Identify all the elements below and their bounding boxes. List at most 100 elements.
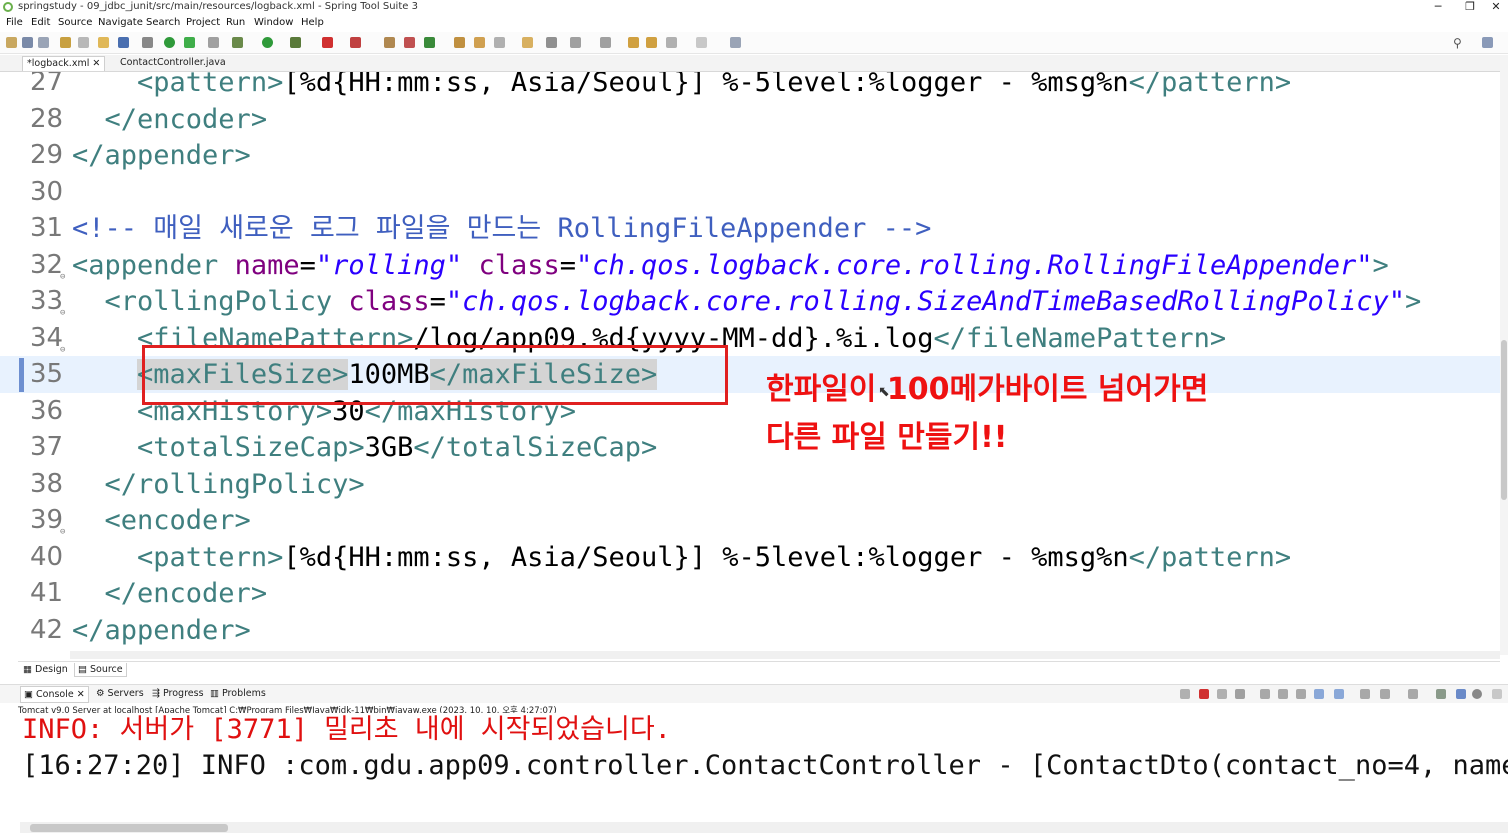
menu-run[interactable]: Run: [226, 17, 245, 28]
new-console-icon[interactable]: [1436, 689, 1446, 699]
open-resource-icon[interactable]: [98, 37, 109, 48]
code-line[interactable]: 30: [0, 174, 1500, 211]
code-line[interactable]: 40 <pattern>[%d{HH:mm:ss, Asia/Seoul}] %…: [0, 539, 1500, 576]
search-file-icon[interactable]: [522, 37, 533, 48]
coverage-icon[interactable]: [290, 37, 301, 48]
print-icon[interactable]: [78, 37, 89, 48]
link-icon[interactable]: [208, 37, 219, 48]
terminate-icon[interactable]: [322, 37, 333, 48]
menu-search[interactable]: Search: [146, 17, 180, 28]
settings-gear-icon[interactable]: [1472, 689, 1482, 699]
refresh-icon[interactable]: [184, 37, 195, 48]
open-type-icon[interactable]: [60, 37, 71, 48]
menu-file[interactable]: File: [6, 17, 23, 28]
last-edit-icon[interactable]: [628, 37, 639, 48]
terminate-icon[interactable]: [1199, 689, 1209, 699]
new-package-icon[interactable]: [404, 37, 415, 48]
console-horizontal-scrollbar[interactable]: [20, 822, 1508, 833]
tab-logback-xml[interactable]: *logback.xml ✕: [22, 56, 106, 71]
code-text: <totalSizeCap>3GB</totalSizeCap>: [72, 429, 657, 466]
close-console-icon[interactable]: ✕: [77, 689, 85, 700]
debug-view-icon[interactable]: [1456, 689, 1466, 699]
menu-project[interactable]: Project: [186, 17, 220, 28]
line-number: 36: [30, 395, 64, 426]
code-line[interactable]: 31 <!-- 매일 새로운 로그 파일을 만드는 RollingFileAppe…: [0, 210, 1500, 247]
highlight-box: [142, 345, 728, 405]
open-task-icon[interactable]: [474, 37, 485, 48]
window-title: springstudy - 09_jdbc_junit/src/main/res…: [18, 1, 418, 12]
tab-progress[interactable]: ⇶ Progress: [152, 688, 204, 699]
minimize-button[interactable]: ─: [1426, 0, 1450, 13]
tab-source[interactable]: ▤ Source: [74, 663, 127, 677]
save-all-icon[interactable]: [38, 37, 49, 48]
console-horizontal-scroll-thumb[interactable]: [30, 824, 228, 832]
code-text: <encoder>: [72, 502, 251, 539]
show-stdout-icon[interactable]: [1314, 689, 1324, 699]
previous-annotation-icon[interactable]: [600, 37, 611, 48]
view-menu-icon[interactable]: [1492, 689, 1502, 699]
next-annotation-icon[interactable]: [570, 37, 581, 48]
open-folder-icon[interactable]: [454, 37, 465, 48]
code-line[interactable]: 33 ⊖ <rollingPolicy class="ch.qos.logback…: [0, 283, 1500, 320]
scroll-lock-icon[interactable]: [1278, 689, 1288, 699]
pin-console-icon[interactable]: [1360, 689, 1370, 699]
word-wrap-icon[interactable]: [1296, 689, 1306, 699]
code-line[interactable]: 37 <totalSizeCap>3GB</totalSizeCap>: [0, 429, 1500, 466]
display-console-icon[interactable]: [1380, 689, 1390, 699]
tab-problems[interactable]: ▥ Problems: [210, 688, 266, 699]
pin-editor-icon[interactable]: [730, 37, 741, 48]
new-class-icon[interactable]: [424, 37, 435, 48]
menu-window[interactable]: Window: [254, 17, 293, 28]
tab-servers[interactable]: ⚙ Servers: [96, 688, 144, 699]
close-window-button[interactable]: ✕: [1484, 0, 1508, 13]
close-tab-icon[interactable]: ✕: [92, 58, 100, 69]
forward-icon[interactable]: [696, 37, 707, 48]
disconnect-icon[interactable]: [1180, 689, 1190, 699]
annotation-icon[interactable]: [494, 37, 505, 48]
new-java-project-icon[interactable]: [384, 37, 395, 48]
save-icon[interactable]: [22, 37, 33, 48]
editor-horizontal-scrollbar[interactable]: [70, 651, 1500, 659]
external-tools-icon[interactable]: [350, 37, 361, 48]
perspective-icon[interactable]: [1482, 37, 1493, 48]
new-icon[interactable]: [6, 37, 17, 48]
console-line: [16:27:20] INFO :com.gdu.app09.controlle…: [22, 750, 1508, 781]
menu-source[interactable]: Source: [58, 17, 92, 28]
code-line[interactable]: 41 </encoder>: [0, 575, 1500, 612]
tab-design[interactable]: ▦ Design: [20, 663, 71, 676]
console-toggle-icon[interactable]: [118, 37, 129, 48]
menu-navigate[interactable]: Navigate: [98, 17, 143, 28]
search-icon[interactable]: ⚲: [1453, 36, 1462, 50]
code-line[interactable]: 27 <pattern>[%d{HH:mm:ss, Asia/Seoul}] %…: [0, 72, 1500, 101]
remove-launch-icon[interactable]: [1217, 689, 1227, 699]
open-console-icon[interactable]: [1408, 689, 1418, 699]
restore-button[interactable]: ❐: [1458, 0, 1482, 13]
menu-edit[interactable]: Edit: [31, 17, 50, 28]
code-line[interactable]: 42 </appender>: [0, 612, 1500, 649]
start-server-icon[interactable]: [164, 37, 175, 48]
code-line[interactable]: 28 </encoder>: [0, 101, 1500, 138]
code-line[interactable]: 32 ⊖ <appender name="rolling" class="ch.qo…: [0, 247, 1500, 284]
remove-all-icon[interactable]: [1235, 689, 1245, 699]
toggle-mark-icon[interactable]: [546, 37, 557, 48]
tab-contact-controller[interactable]: ContactController.java: [116, 56, 230, 71]
tab-console[interactable]: ▣ Console ✕: [20, 686, 89, 703]
clear-console-icon[interactable]: [1260, 689, 1270, 699]
line-number: 28: [30, 103, 64, 134]
menu-help[interactable]: Help: [301, 17, 324, 28]
code-line[interactable]: 39 ⊖ <encoder>: [0, 502, 1500, 539]
editor-vertical-scroll-thumb[interactable]: [1501, 340, 1507, 500]
forward-edit-icon[interactable]: [646, 37, 657, 48]
run-icon[interactable]: [262, 37, 273, 48]
code-token: </encoder>: [104, 103, 268, 135]
code-line[interactable]: 38 </rollingPolicy>: [0, 466, 1500, 503]
back-icon[interactable]: [666, 37, 677, 48]
show-stderr-icon[interactable]: [1334, 689, 1344, 699]
skip-breakpoints-icon[interactable]: [142, 37, 153, 48]
debug-icon[interactable]: [232, 37, 243, 48]
code-line[interactable]: 29 </appender>: [0, 137, 1500, 174]
console-output[interactable]: INFO: 서버가 [3771] 밀리초 내에 시작되었습니다. [16:27:…: [0, 713, 1508, 823]
